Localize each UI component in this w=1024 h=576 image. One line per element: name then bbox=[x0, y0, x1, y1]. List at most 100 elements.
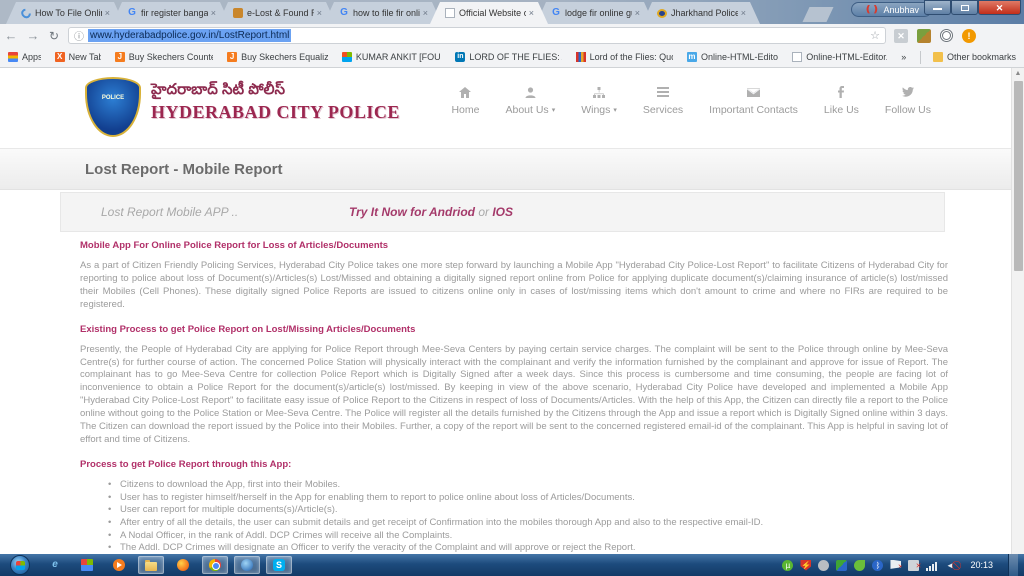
idm-tray-icon[interactable] bbox=[836, 560, 847, 571]
taskbar-media-button[interactable] bbox=[106, 556, 132, 574]
tab-title: Jharkhand Police bbox=[671, 8, 738, 18]
scrollbar-thumb[interactable] bbox=[1014, 81, 1023, 271]
taskbar-blue-app-button[interactable] bbox=[234, 556, 260, 574]
profile-button[interactable]: ❪❫ Anubhav bbox=[851, 2, 932, 17]
taskbar-chrome-button[interactable] bbox=[202, 556, 228, 574]
bookmark-new-tab[interactable]: XNew Tab bbox=[55, 52, 101, 62]
tab-close-icon[interactable]: × bbox=[738, 8, 746, 18]
twitter-bird-icon bbox=[902, 86, 914, 98]
taskbar-clock[interactable]: 20:13 bbox=[962, 560, 1001, 570]
minimize-button[interactable] bbox=[924, 0, 951, 15]
ios-link[interactable]: IOS bbox=[492, 205, 513, 219]
tab-close-icon[interactable]: × bbox=[102, 8, 110, 18]
bookmark-apps[interactable]: Apps bbox=[8, 52, 41, 62]
bluetooth-icon[interactable]: ᛒ bbox=[872, 560, 883, 571]
windows-logo-icon bbox=[16, 561, 25, 570]
signal-bars-icon[interactable] bbox=[926, 560, 937, 571]
leaf-tray-icon[interactable] bbox=[854, 560, 865, 571]
app-banner: Lost Report Mobile APP .. Try It Now for… bbox=[60, 192, 945, 232]
forward-icon[interactable]: → bbox=[22, 28, 44, 43]
taskbar-firefox-button[interactable] bbox=[170, 556, 196, 574]
windows-taskbar: e S µ ⚡ ᛒ ◄ 20:13 bbox=[0, 554, 1024, 576]
tab-close-icon[interactable]: × bbox=[314, 8, 322, 18]
linkedin-favicon-icon: in bbox=[455, 52, 465, 62]
tab-how-to-file-fir[interactable]: G how to file fir onli × bbox=[324, 2, 442, 24]
info-icon[interactable]: ⓘ bbox=[74, 28, 84, 43]
tab-jharkhand-police[interactable]: Jharkhand Police × bbox=[642, 2, 760, 24]
police-shield-icon: POLICE bbox=[85, 77, 141, 137]
site-logo[interactable]: POLICE హైదరాబాద్ సిటీ పోలీస్ HYDERABAD C… bbox=[85, 77, 400, 137]
nav-follow-us[interactable]: Follow Us bbox=[885, 86, 931, 116]
tab-title: Official Website of bbox=[459, 8, 526, 18]
page-scrollbar[interactable]: ▲ bbox=[1011, 68, 1024, 554]
tab-close-icon[interactable]: × bbox=[208, 8, 216, 18]
tab-close-icon[interactable]: × bbox=[632, 8, 640, 18]
tab-lodge-fir[interactable]: G lodge fir online gu × bbox=[536, 2, 654, 24]
folder-icon bbox=[145, 562, 157, 571]
x-favicon-icon: X bbox=[55, 52, 65, 62]
envelope-icon bbox=[747, 86, 760, 98]
nav-wings[interactable]: Wings▾ bbox=[581, 86, 617, 116]
bookmark-skechers-counter[interactable]: JBuy Skechers Counter bbox=[115, 52, 213, 62]
nav-like-us[interactable]: Like Us bbox=[824, 86, 859, 116]
bookmark-kumar-ankit[interactable]: KUMAR ANKIT [FOUN bbox=[342, 52, 442, 62]
tab-fir-register[interactable]: G fir register bangal × bbox=[112, 2, 230, 24]
bookmark-lord-flies-1[interactable]: inLORD OF THE FLIES: A bbox=[455, 52, 561, 62]
start-button[interactable] bbox=[10, 555, 30, 575]
paragraph-intro: As a part of Citizen Friendly Policing S… bbox=[80, 260, 948, 312]
page-favicon-icon bbox=[792, 52, 802, 62]
browser-toolbar: ← → ↻ ⓘ www.hyderabadpolice.gov.in/LostR… bbox=[0, 24, 1024, 47]
chevron-down-icon: ▾ bbox=[552, 106, 556, 114]
wifi-tray-icon[interactable] bbox=[818, 560, 829, 571]
list-item: After entry of all the details, the user… bbox=[108, 517, 948, 530]
menu-update-alert-icon[interactable]: ! bbox=[962, 29, 976, 43]
bookmarks-overflow-chevron[interactable]: » bbox=[901, 52, 906, 62]
page-title: Lost Report - Mobile Report bbox=[0, 149, 1011, 178]
nav-important-contacts[interactable]: Important Contacts bbox=[709, 86, 798, 116]
try-android-link[interactable]: Try It Now for Andriod bbox=[349, 205, 475, 219]
tab-close-icon[interactable]: × bbox=[420, 8, 428, 18]
list-item: The Addl. DCP Crimes will designate an O… bbox=[108, 542, 948, 554]
page-title-band: Lost Report - Mobile Report bbox=[0, 148, 1011, 190]
volume-muted-icon[interactable]: ◄ bbox=[944, 560, 955, 571]
nav-services[interactable]: Services bbox=[643, 86, 683, 116]
tab-elost-found[interactable]: e-Lost & Found R × bbox=[218, 2, 336, 24]
blue-app-icon bbox=[241, 559, 253, 571]
tab-how-to-file[interactable]: How To File Onlin × bbox=[6, 2, 124, 24]
bookmark-lord-flies-2[interactable]: Lord of the Flies: Quot bbox=[576, 52, 673, 62]
window-controls: ✕ bbox=[924, 0, 1021, 15]
bookmark-html-editor-1[interactable]: mOnline-HTML-Editor: bbox=[687, 52, 778, 62]
scroll-up-icon[interactable]: ▲ bbox=[1012, 68, 1024, 80]
reload-icon[interactable]: ↻ bbox=[44, 29, 64, 43]
list-icon bbox=[657, 86, 669, 98]
show-desktop-button[interactable] bbox=[1008, 554, 1018, 576]
extension-x-icon[interactable]: ✕ bbox=[894, 29, 908, 43]
j-favicon-icon: J bbox=[227, 52, 237, 62]
bookmark-html-editor-2[interactable]: Online-HTML-Editor.c bbox=[792, 52, 887, 62]
taskbar-explorer-button[interactable] bbox=[138, 556, 164, 574]
tab-close-icon[interactable]: × bbox=[526, 8, 534, 18]
action-center-flag-icon[interactable] bbox=[890, 560, 901, 571]
nav-home[interactable]: Home bbox=[451, 86, 479, 116]
close-button[interactable]: ✕ bbox=[978, 0, 1021, 15]
bookmark-star-icon[interactable]: ☆ bbox=[870, 29, 880, 42]
tab-official-website-active[interactable]: Official Website of × bbox=[430, 2, 548, 24]
new-tab-button[interactable] bbox=[803, 7, 834, 22]
utorrent-tray-icon[interactable]: µ bbox=[782, 560, 793, 571]
antivirus-shield-icon[interactable]: ⚡ bbox=[800, 560, 811, 571]
url-text-selected[interactable]: www.hyderabadpolice.gov.in/LostReport.ht… bbox=[88, 29, 291, 42]
extension-swirl-icon[interactable] bbox=[940, 29, 953, 42]
swirl-favicon-icon bbox=[19, 6, 32, 19]
network-disconnected-icon[interactable] bbox=[908, 560, 919, 571]
bookmark-skechers-equalize[interactable]: JBuy Skechers Equalize bbox=[227, 52, 328, 62]
nav-about-us[interactable]: About Us▾ bbox=[505, 86, 555, 116]
taskbar-app-grid-button[interactable] bbox=[74, 556, 100, 574]
address-bar[interactable]: ⓘ www.hyderabadpolice.gov.in/LostReport.… bbox=[68, 27, 886, 44]
other-bookmarks-button[interactable]: Other bookmarks bbox=[933, 52, 1016, 62]
taskbar-skype-button[interactable]: S bbox=[266, 556, 292, 574]
tab-title: fir register bangal bbox=[141, 8, 208, 18]
taskbar-ie-button[interactable]: e bbox=[42, 556, 68, 574]
restore-button[interactable] bbox=[951, 0, 978, 15]
back-icon[interactable]: ← bbox=[0, 28, 22, 43]
extension-color-icon[interactable] bbox=[917, 29, 931, 43]
